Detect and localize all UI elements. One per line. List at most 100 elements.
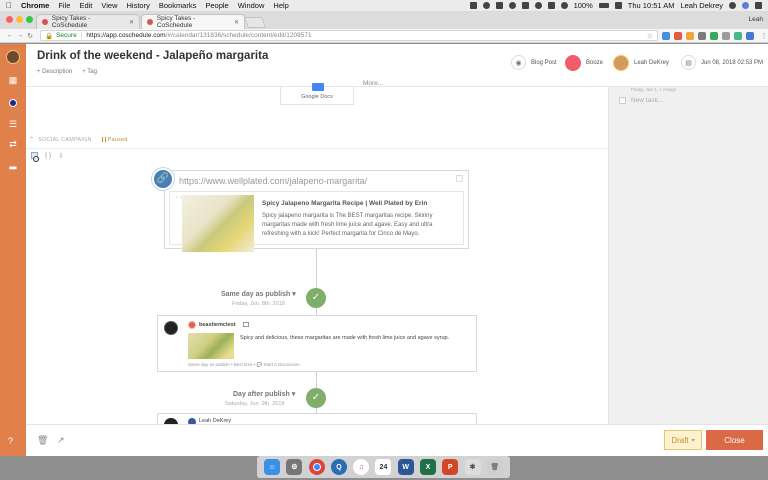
extension-icon[interactable] <box>746 31 754 40</box>
menubar-clock[interactable]: Thu 10:51 AM <box>628 1 675 10</box>
link-preview-card[interactable]: https://www.wellplated.com/jalapeno-marg… <box>164 170 469 252</box>
powerpoint-icon[interactable]: P <box>442 459 459 475</box>
add-tag-link[interactable]: + Tag <box>82 69 97 75</box>
social-post-card[interactable]: beastiemctest Spicy and delicious, these… <box>157 315 477 372</box>
close-window-button[interactable] <box>6 16 13 23</box>
check-icon[interactable]: ✓ <box>306 288 326 308</box>
url-bar[interactable]: 🔒 Secure | https://app.coschedule.com /#… <box>40 30 658 41</box>
chrome-profile-name[interactable]: Leah <box>749 16 763 23</box>
forward-arrow-icon[interactable]: → <box>16 32 24 39</box>
social-campaign-header[interactable]: ⌃ SOCIAL CAMPAIGN Paused <box>29 136 128 144</box>
dropbox-icon[interactable] <box>482 2 490 9</box>
extension-icon[interactable] <box>686 31 694 40</box>
shuffle-icon[interactable]: ⇄ <box>8 139 18 149</box>
tab-close-icon[interactable]: ✕ <box>234 19 239 26</box>
step-label[interactable]: Same day as publish ▾ <box>221 290 296 298</box>
share-icon[interactable]: ↗ <box>57 435 65 446</box>
marketing-icon[interactable] <box>8 99 18 109</box>
content-type-selector[interactable]: ◉ Blog Post <box>511 55 557 70</box>
quicktime-icon[interactable]: Q <box>330 459 347 475</box>
page-title[interactable]: Drink of the weekend - Jalapeño margarit… <box>37 50 268 62</box>
extension-icon[interactable] <box>710 31 718 40</box>
new-tab-button[interactable] <box>243 17 267 28</box>
excel-icon[interactable]: X <box>419 459 436 475</box>
remove-link-button[interactable] <box>456 175 463 182</box>
extension-icon[interactable] <box>734 31 742 40</box>
extension-icon[interactable] <box>662 31 670 40</box>
flag-icon[interactable] <box>614 2 622 9</box>
list-icon[interactable]: ☰ <box>8 119 18 129</box>
draft-status-button[interactable]: Draft ▾ <box>664 430 702 450</box>
new-task-row[interactable]: New task... <box>619 97 663 104</box>
google-docs-card[interactable]: Google Docs <box>280 83 354 105</box>
zoom-window-button[interactable] <box>26 16 33 23</box>
menubar-user[interactable]: Leah Dekrey <box>680 1 723 10</box>
owner-selector[interactable]: Leah DeKrey <box>613 55 669 71</box>
minimize-window-button[interactable] <box>16 16 23 23</box>
close-button[interactable]: Close <box>706 430 763 450</box>
menu-app-name[interactable]: Chrome <box>21 1 49 10</box>
help-icon[interactable]: ? <box>8 436 13 446</box>
new-task-input[interactable]: New task... <box>631 97 663 104</box>
status-app-icon[interactable] <box>534 2 542 9</box>
collapse-chevron-icon[interactable]: ⌃ <box>29 136 34 143</box>
preview-icon[interactable]: ✱ <box>464 459 481 475</box>
link-description[interactable]: Spicy jalapeno margarita is The BEST mar… <box>262 212 452 239</box>
finder-icon[interactable]: ☺ <box>264 459 281 475</box>
menu-help[interactable]: Help <box>273 1 288 10</box>
back-arrow-icon[interactable]: ← <box>6 32 14 39</box>
system-preferences-icon[interactable]: ⚙ <box>286 459 303 475</box>
tab-close-icon[interactable]: ✕ <box>129 19 134 26</box>
add-description-link[interactable]: + Description <box>37 69 72 75</box>
menu-file[interactable]: File <box>58 1 70 10</box>
category-selector[interactable]: Booze <box>565 55 603 71</box>
spotlight-icon[interactable] <box>729 2 736 9</box>
menu-window[interactable]: Window <box>238 1 265 10</box>
bookmark-star-icon[interactable]: ☆ <box>647 32 653 40</box>
braces-icon[interactable]: { } <box>45 152 51 160</box>
post-text[interactable]: Spicy and delicious, these margaritas ar… <box>240 335 449 341</box>
status-app-icon[interactable] <box>469 2 477 9</box>
extension-icon[interactable] <box>674 31 682 40</box>
menu-bookmarks[interactable]: Bookmarks <box>159 1 197 10</box>
bluetooth-icon[interactable] <box>547 2 555 9</box>
menu-people[interactable]: People <box>205 1 228 10</box>
image-icon[interactable] <box>243 322 249 327</box>
reload-icon[interactable]: ↻ <box>26 32 34 40</box>
browser-tab-2[interactable]: Spicy Takes - CoSchedule ✕ <box>141 14 245 29</box>
menu-edit[interactable]: Edit <box>79 1 92 10</box>
trash-icon[interactable]: 🗑 <box>37 435 48 446</box>
status-app-icon[interactable] <box>521 2 529 9</box>
link-title[interactable]: Spicy Jalapeno Margarita Recipe | Well P… <box>262 200 427 207</box>
calendar-app-icon[interactable]: 24 <box>375 459 392 475</box>
step-label[interactable]: Day after publish ▾ <box>233 390 295 398</box>
paused-status[interactable]: Paused <box>101 137 128 143</box>
notification-center-icon[interactable] <box>755 2 762 9</box>
apple-menu-icon[interactable]:  <box>6 1 12 10</box>
menu-history[interactable]: History <box>127 1 150 10</box>
chrome-menu-icon[interactable]: ⋮ <box>760 32 768 40</box>
calendar-icon[interactable]: ▦ <box>8 75 18 85</box>
siri-icon[interactable] <box>742 2 749 9</box>
sidebar-avatar[interactable] <box>6 50 20 64</box>
trash-dock-icon[interactable]: 🗑 <box>486 459 503 475</box>
export-icon[interactable]: ⇩ <box>58 152 63 160</box>
word-icon[interactable]: W <box>397 459 414 475</box>
link-url-input[interactable]: https://www.wellplated.com/jalapeno-marg… <box>179 176 367 186</box>
extension-icon[interactable] <box>722 31 730 40</box>
post-image[interactable] <box>188 333 234 359</box>
more-attachments-link[interactable]: More... <box>363 80 383 87</box>
task-checkbox[interactable] <box>619 97 626 104</box>
wifi-icon[interactable] <box>560 2 568 9</box>
analytics-icon[interactable]: ▂ <box>8 159 18 169</box>
status-app-icon[interactable] <box>495 2 503 9</box>
thumbnail-nav-arrows-icon[interactable]: ‹ › <box>176 195 182 201</box>
browser-tab-1[interactable]: Spicy Takes - CoSchedule ✕ <box>36 14 140 29</box>
status-app-icon[interactable] <box>508 2 516 9</box>
chrome-icon[interactable] <box>308 459 325 475</box>
battery-icon[interactable] <box>598 3 609 8</box>
itunes-icon[interactable]: ♫ <box>353 459 370 475</box>
check-icon[interactable]: ✓ <box>306 388 326 408</box>
extension-icon[interactable] <box>698 31 706 40</box>
publish-date-selector[interactable]: ▤ Jun 08, 2018 02:53 PM <box>681 55 763 70</box>
